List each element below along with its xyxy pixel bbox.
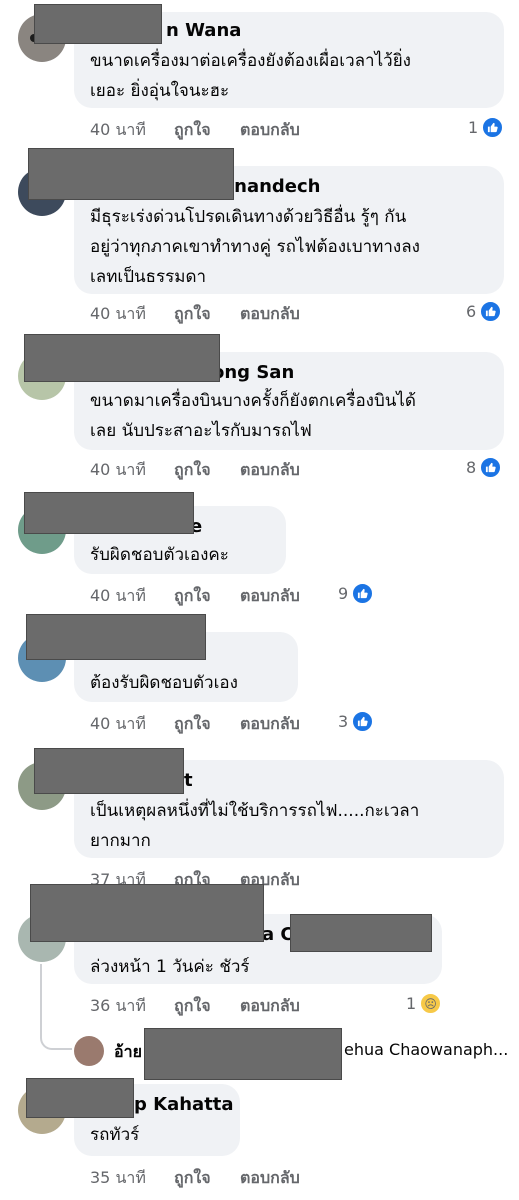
comment-text-line: ขนาดมาเครื่องบินบางครั้งก็ยังตกเครื่องบิ… xyxy=(90,391,416,411)
reaction-number: 8 xyxy=(466,458,477,477)
like-action[interactable]: ถูกใจ xyxy=(174,1166,211,1191)
reply-thread-line xyxy=(40,964,72,1050)
redaction-box xyxy=(28,148,234,200)
commenter-name[interactable]: a C xyxy=(262,924,294,945)
reply-action[interactable]: ตอบกลับ xyxy=(240,1166,300,1191)
redaction-box xyxy=(24,334,220,382)
like-reaction-icon xyxy=(351,710,375,733)
redaction-box xyxy=(34,748,184,794)
comment-time[interactable]: 40 นาที xyxy=(90,712,146,737)
comment-time[interactable]: 40 นาที xyxy=(90,458,146,483)
like-action[interactable]: ถูกใจ xyxy=(174,584,211,609)
redaction-box xyxy=(34,4,162,44)
redaction-box xyxy=(26,1078,134,1118)
comment-time[interactable]: 36 นาที xyxy=(90,994,146,1019)
reaction-number: 1 xyxy=(406,994,417,1013)
reaction-count[interactable]: 1 xyxy=(468,116,505,139)
reaction-count[interactable]: 8 xyxy=(466,456,503,479)
like-reaction-icon xyxy=(481,116,505,139)
reply-action[interactable]: ตอบกลับ xyxy=(240,712,300,737)
reply-action[interactable]: ตอบกลับ xyxy=(240,994,300,1019)
like-reaction-icon xyxy=(351,582,375,605)
like-action[interactable]: ถูกใจ xyxy=(174,118,211,143)
comment-time[interactable]: 40 นาที xyxy=(90,584,146,609)
comment-time[interactable]: 40 นาที xyxy=(90,302,146,327)
reaction-count[interactable]: 3 xyxy=(338,710,375,733)
comment-text-line: ล่วงหน้า 1 วันค่ะ ชัวร์ xyxy=(90,957,250,977)
commenter-name[interactable]: ong San xyxy=(212,362,294,383)
like-reaction-icon xyxy=(479,456,503,479)
reply-author-prefix[interactable]: อ้าย xyxy=(114,1040,142,1065)
reply-action[interactable]: ตอบกลับ xyxy=(240,584,300,609)
comment-text-line: รับผิดชอบตัวเองคะ xyxy=(90,545,229,565)
comment-text-line: เป็นเหตุผลหนึ่งที่ไม่ใช้บริการรถไฟ.....ก… xyxy=(90,801,420,821)
reply-author-suffix[interactable]: ehua Chaowanaph... xyxy=(344,1040,508,1059)
comment-time[interactable]: 35 นาที xyxy=(90,1166,146,1191)
redaction-box xyxy=(290,914,432,952)
comment-text-line: เลย นับประสาอะไรกับมารถไฟ xyxy=(90,421,312,441)
comment-text-line: ขนาดเครื่องมาต่อเครื่องยังต้องเผื่อเวลาไ… xyxy=(90,51,411,71)
reaction-number: 6 xyxy=(466,302,477,321)
comment-text-line: เลทเป็นธรรมดา xyxy=(90,267,207,287)
commenter-name[interactable]: anandech xyxy=(222,176,321,197)
like-action[interactable]: ถูกใจ xyxy=(174,458,211,483)
reaction-count[interactable]: 6 xyxy=(466,300,503,323)
commenter-name[interactable]: n Wana xyxy=(166,20,241,41)
like-action[interactable]: ถูกใจ xyxy=(174,994,211,1019)
reaction-number: 3 xyxy=(338,712,349,731)
reaction-count[interactable]: 9 xyxy=(338,582,375,605)
commenter-name[interactable]: t xyxy=(184,770,193,791)
comment-text-line: ยากมาก xyxy=(90,831,151,851)
redaction-box xyxy=(30,884,264,942)
comment-text-line: รถทัวร์ xyxy=(90,1125,140,1145)
comment-time[interactable]: 40 นาที xyxy=(90,118,146,143)
reply-action[interactable]: ตอบกลับ xyxy=(240,458,300,483)
like-reaction-icon xyxy=(479,300,503,323)
reply-action[interactable]: ตอบกลับ xyxy=(240,302,300,327)
comment-text-line: อยู่ว่าทุกภาคเขาทำทางคู่ รถไฟต้องเบาทางล… xyxy=(90,237,420,257)
redaction-box xyxy=(144,1028,342,1080)
like-action[interactable]: ถูกใจ xyxy=(174,302,211,327)
like-action[interactable]: ถูกใจ xyxy=(174,712,211,737)
redaction-box xyxy=(26,614,206,660)
sad-reaction-icon: ☹ xyxy=(419,992,443,1015)
reply-action[interactable]: ตอบกลับ xyxy=(240,118,300,143)
reaction-number: 9 xyxy=(338,584,349,603)
comment-text-line: เยอะ ยิ่งอุ่นใจนะฮะ xyxy=(90,81,230,101)
redaction-box xyxy=(24,492,194,534)
reaction-number: 1 xyxy=(468,118,479,137)
reply-avatar[interactable] xyxy=(74,1036,104,1066)
comment-text-line: มีธุระเร่งด่วนโปรดเดินทางด้วยวิธีอื่น รู… xyxy=(90,207,407,227)
comment-text-line: ต้องรับผิดชอบตัวเอง xyxy=(90,673,238,693)
reaction-count[interactable]: 1 ☹ xyxy=(406,992,443,1015)
commenter-name[interactable]: p Kahatta xyxy=(134,1094,234,1115)
